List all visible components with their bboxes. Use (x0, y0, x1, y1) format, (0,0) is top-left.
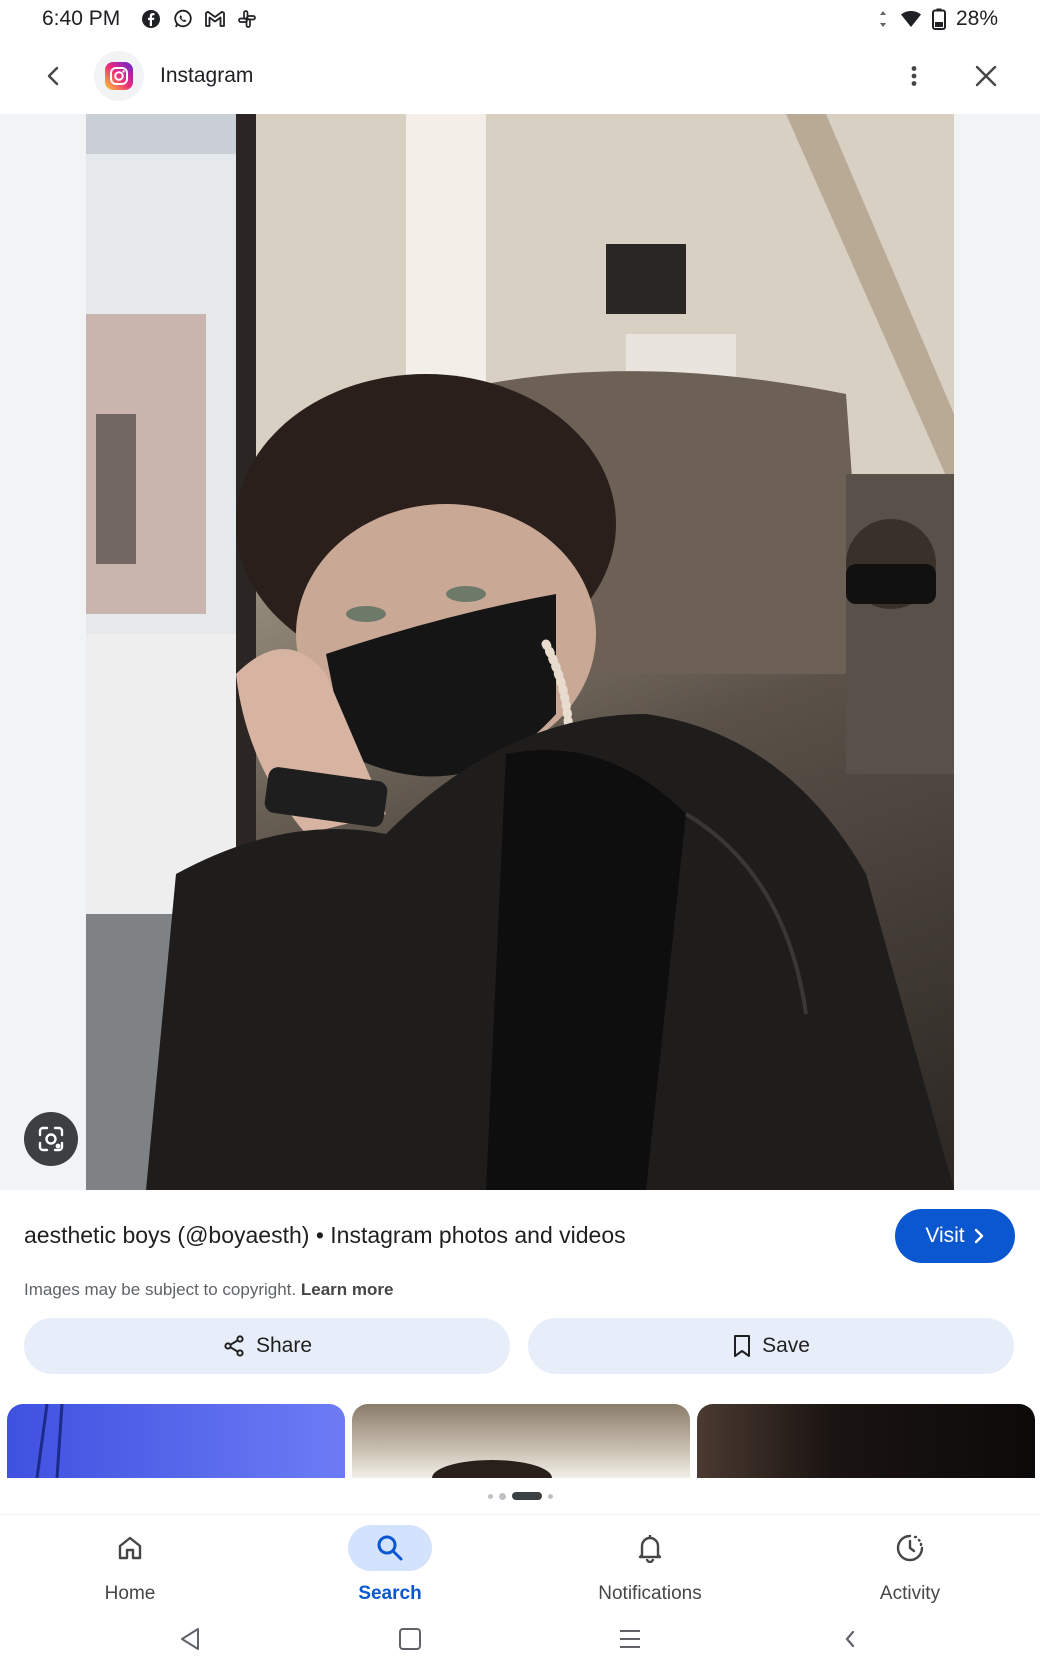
wifi-icon (900, 8, 922, 30)
search-icon (377, 1535, 403, 1561)
nav-icon-wrap (88, 1525, 172, 1571)
nav-item-home[interactable]: Home (0, 1515, 260, 1614)
action-row: Share Save (24, 1318, 1014, 1374)
data-arrows-icon (872, 8, 894, 30)
system-nav-bar (0, 1614, 1040, 1664)
system-home-button[interactable] (390, 1619, 430, 1659)
nav-item-activity[interactable]: Activity (780, 1515, 1040, 1614)
visit-button[interactable]: Visit (895, 1209, 1015, 1263)
instagram-icon (105, 62, 133, 90)
result-title[interactable]: aesthetic boys (@boyaesth) • Instagram p… (24, 1222, 884, 1249)
carousel-dot (547, 1493, 553, 1499)
save-label: Save (762, 1334, 810, 1357)
notification-icons (140, 8, 258, 30)
image-preview-area (0, 114, 1040, 1190)
nav-item-search[interactable]: Search (260, 1515, 520, 1614)
app-actions (890, 52, 1010, 100)
slack-icon (236, 8, 258, 30)
menu-lines-icon (620, 1630, 640, 1648)
chevron-right-icon (974, 1228, 983, 1244)
share-icon (224, 1335, 244, 1357)
home-icon (118, 1536, 142, 1560)
related-thumbnails (0, 1404, 1040, 1478)
gmail-icon (204, 8, 226, 30)
back-button[interactable] (30, 52, 78, 100)
system-collapse-button[interactable] (830, 1619, 870, 1659)
status-left: 6:40 PM (42, 7, 258, 31)
facebook-icon (140, 8, 162, 30)
screen: 6:40 PM 28% Instagram aesthetic boys (@b… (0, 0, 1040, 1664)
copyright-text: Images may be subject to copyright. (24, 1280, 297, 1299)
lens-button[interactable] (24, 1112, 78, 1166)
learn-more-link[interactable]: Learn more (301, 1280, 394, 1299)
site-name: Instagram (160, 64, 254, 87)
status-right: 28% (872, 7, 998, 31)
back-arrow-icon (47, 66, 59, 86)
carousel-dot (487, 1493, 493, 1499)
whatsapp-icon (172, 8, 194, 30)
preview-photo[interactable] (86, 114, 954, 1190)
battery-icon (928, 8, 950, 30)
nav-label-search: Search (358, 1583, 422, 1604)
chevron-left-icon (845, 1630, 855, 1648)
status-time: 6:40 PM (42, 7, 121, 30)
bell-icon (638, 1535, 662, 1563)
save-button[interactable]: Save (528, 1318, 1014, 1374)
nav-label-home: Home (104, 1583, 156, 1604)
visit-label: Visit (925, 1224, 965, 1247)
nav-icon-wrap (608, 1525, 692, 1571)
copyright-notice: Images may be subject to copyright. Lear… (24, 1280, 393, 1300)
nav-label-notifications: Notifications (598, 1583, 702, 1604)
triangle-back-icon (181, 1628, 199, 1650)
battery-level: 28% (955, 7, 998, 30)
square-home-icon (399, 1628, 421, 1650)
more-options-button[interactable] (890, 52, 938, 100)
close-icon (975, 65, 997, 87)
status-bar: 6:40 PM 28% (0, 0, 1040, 38)
bottom-nav: Home Search Notifications Activity (0, 1514, 1040, 1614)
app-bar: Instagram (0, 38, 1040, 114)
system-recents-button[interactable] (610, 1619, 650, 1659)
related-thumbnail[interactable] (697, 1404, 1035, 1478)
system-back-button[interactable] (170, 1619, 210, 1659)
bookmark-icon (734, 1335, 751, 1357)
related-thumbnail[interactable] (7, 1404, 345, 1478)
carousel-dots (0, 1488, 1040, 1504)
nav-item-notifications[interactable]: Notifications (520, 1515, 780, 1614)
site-favicon (94, 51, 144, 101)
nav-icon-wrap (868, 1525, 952, 1571)
activity-icon (896, 1534, 924, 1562)
related-thumbnail[interactable] (352, 1404, 690, 1478)
share-button[interactable]: Share (24, 1318, 510, 1374)
nav-label-activity: Activity (879, 1583, 941, 1604)
lens-icon (38, 1126, 64, 1152)
carousel-dot (498, 1492, 506, 1500)
close-button[interactable] (962, 52, 1010, 100)
share-label: Share (255, 1334, 313, 1357)
nav-icon-wrap (348, 1525, 432, 1571)
carousel-dot-active (511, 1492, 542, 1500)
more-vert-icon (911, 66, 917, 86)
